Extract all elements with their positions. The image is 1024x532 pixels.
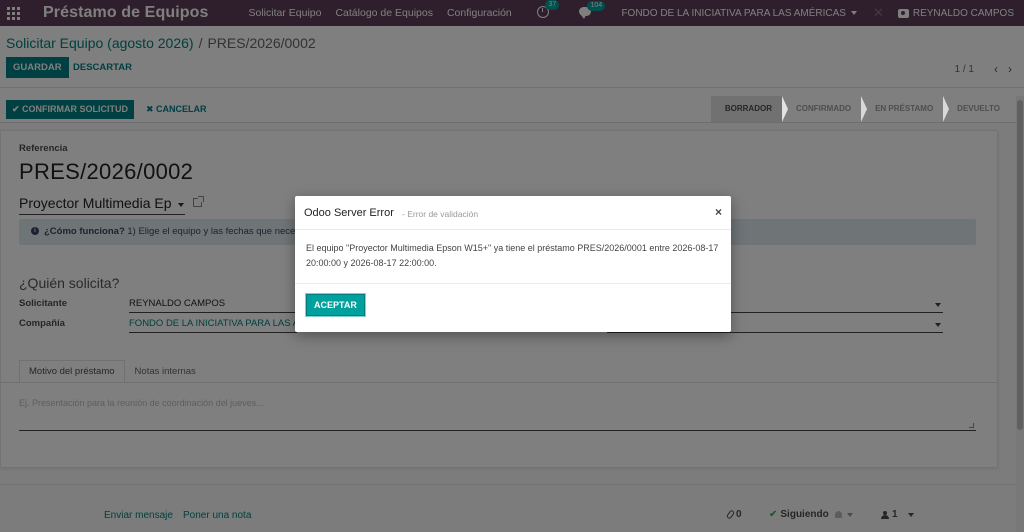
dialog-subtitle: - Error de validación [402,209,479,219]
accept-button[interactable]: ACEPTAR [306,294,365,316]
dialog-title: Odoo Server Error [304,207,394,219]
error-dialog: Odoo Server Error - Error de validación … [295,196,731,332]
dialog-footer: ACEPTAR [295,283,731,332]
close-icon[interactable]: × [715,205,722,219]
dialog-header: Odoo Server Error - Error de validación … [295,196,731,230]
dialog-message: El equipo "Proyector Multimedia Epson W1… [306,243,719,268]
